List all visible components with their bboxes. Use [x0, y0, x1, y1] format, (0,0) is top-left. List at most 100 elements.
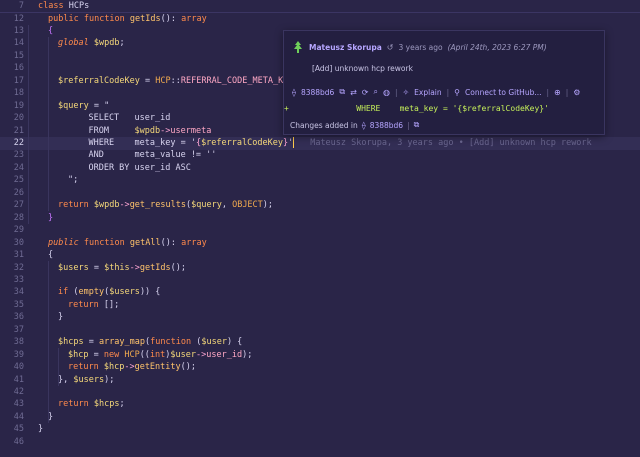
code-token: empty [78, 287, 105, 298]
code-token: getAll [129, 237, 161, 248]
code-token: -> [160, 125, 171, 136]
code-line[interactable]: 35 return []; [0, 299, 640, 312]
code-token: SELECT user_id [68, 113, 171, 124]
code-line[interactable]: 30 public function getAll(): array [0, 237, 640, 250]
line-number: 37 [13, 324, 24, 335]
sticky-scroll-header[interactable]: 7 class HCPs [0, 0, 640, 13]
code-token: = [88, 349, 104, 360]
code-token: = [139, 75, 156, 86]
line-number: 30 [13, 237, 24, 248]
commit-sha-link[interactable]: 8388bd6 [301, 88, 334, 97]
refresh-icon[interactable]: ⟳ [362, 88, 369, 97]
code-token: new [103, 349, 120, 360]
code-token: :: [170, 75, 181, 86]
settings-icon[interactable]: ⚙ [573, 88, 580, 97]
compare-icon[interactable]: ⇄ [350, 88, 357, 97]
line-number: 41 [13, 374, 24, 385]
code-token: return [68, 299, 99, 310]
line-number: 36 [13, 312, 24, 323]
code-token: user_id [206, 349, 243, 360]
code-line[interactable]: 41 }, $users); [0, 374, 640, 387]
code-line[interactable]: 29 [0, 224, 640, 237]
code-line[interactable]: 22 WHERE meta_key = '{$referralCodeKey}'… [0, 137, 640, 150]
avatar[interactable] [292, 40, 304, 54]
code-line[interactable]: 42 [0, 386, 640, 399]
code-token: }, [58, 374, 74, 385]
changes-commit-link[interactable]: 8388bd6 [370, 121, 403, 130]
git-icon[interactable]: ⊕ [554, 88, 561, 97]
code-text: }, $users); [58, 374, 114, 387]
code-line[interactable]: 12 public function getIds(): array [0, 13, 640, 26]
code-token: -> [124, 362, 135, 373]
code-line[interactable]: 32 $users = $this->getIds(); [0, 262, 640, 275]
code-token: ( [68, 287, 79, 298]
code-line[interactable]: 40 return $hcp->getEntity(); [0, 361, 640, 374]
code-line[interactable]: 36} [0, 311, 640, 324]
separator: | [407, 120, 410, 130]
code-line[interactable]: 43 return $hcps; [0, 398, 640, 411]
code-token: function [150, 337, 192, 348]
code-token: WHERE meta_key = ' [68, 138, 196, 148]
line-number: 39 [13, 349, 24, 360]
code-line[interactable]: 38 $hcps = array_map(function ($user) { [0, 336, 640, 349]
code-token: return [68, 362, 99, 373]
code-line[interactable]: 24 ORDER BY user_id ASC [0, 162, 640, 175]
code-line[interactable]: 34 if (empty($users)) { [0, 286, 640, 299]
explain-link[interactable]: Explain [414, 88, 441, 97]
code-token: $user [170, 349, 197, 360]
open-changes-icon[interactable]: ⧉ [414, 120, 420, 130]
line-number: 34 [13, 287, 24, 298]
code-text: $hcp = new HCP((int)$user->user_id); [68, 349, 252, 362]
code-line[interactable]: 33 [0, 274, 640, 287]
code-token: = " [88, 100, 110, 111]
code-line[interactable]: 37 [0, 324, 640, 337]
line-number: 20 [13, 113, 24, 124]
commit-icon: ⟠ [292, 87, 296, 97]
code-token: $hcp [103, 362, 125, 373]
code-token: (); [170, 262, 186, 273]
line-number: 13 [13, 25, 24, 36]
code-line[interactable]: 31 { [0, 249, 640, 262]
code-token: return [58, 399, 89, 410]
code-token: ) { [226, 337, 243, 348]
code-token: -> [196, 349, 207, 360]
line-number: 14 [13, 38, 24, 49]
code-token: ( [191, 337, 202, 348]
code-line[interactable]: 25 "; [0, 174, 640, 187]
indent-guide [48, 36, 49, 212]
code-line[interactable]: 45} [0, 423, 640, 436]
commit-author[interactable]: Mateusz Skorupa [309, 43, 382, 52]
separator: | [446, 87, 450, 97]
code-text: $users = $this->getIds(); [58, 262, 186, 275]
line-number: 17 [13, 75, 24, 86]
connect-github-link[interactable]: Connect to GitHub... [465, 88, 541, 97]
line-number: 16 [13, 63, 24, 74]
inline-blame[interactable]: Mateusz Skorupa, 3 years ago • [Add] unk… [310, 138, 591, 148]
git-blame-hover[interactable]: Mateusz Skorupa ↺ 3 years ago (April 24t… [283, 30, 605, 135]
code-token: []; [98, 299, 120, 310]
code-token: $referralCodeKey [201, 138, 283, 148]
code-token: $wpdb [134, 125, 161, 136]
separator: | [546, 87, 550, 97]
code-line[interactable]: 26 [0, 187, 640, 200]
code-token: $hcps [93, 399, 120, 410]
code-line[interactable]: 23 AND meta_value != '' [0, 149, 640, 162]
code-token: (); [180, 362, 196, 373]
code-token: $this [104, 262, 130, 273]
code-line[interactable]: 44} [0, 411, 640, 424]
copy-icon[interactable]: ⧉ [339, 87, 345, 97]
code-token: function [83, 237, 125, 248]
code-token: $users [109, 287, 140, 298]
code-token: $wpdb [93, 38, 120, 49]
globe-icon[interactable]: ◍ [383, 88, 390, 97]
code-line[interactable]: 28} [0, 212, 640, 225]
code-line[interactable]: 39 $hcp = new HCP((int)$user->user_id); [0, 349, 640, 362]
code-token: = [83, 337, 99, 348]
code-token: } [38, 424, 44, 435]
code-token: HCP [124, 349, 140, 360]
search-icon[interactable]: ⌕ [373, 87, 377, 97]
code-token: ORDER BY user_id ASC [68, 162, 191, 173]
code-line[interactable]: 46 [0, 436, 640, 449]
code-line[interactable]: 27 return $wpdb->get_results($query, OBJE… [0, 199, 640, 212]
commit-relative-time: 3 years ago [398, 42, 443, 52]
